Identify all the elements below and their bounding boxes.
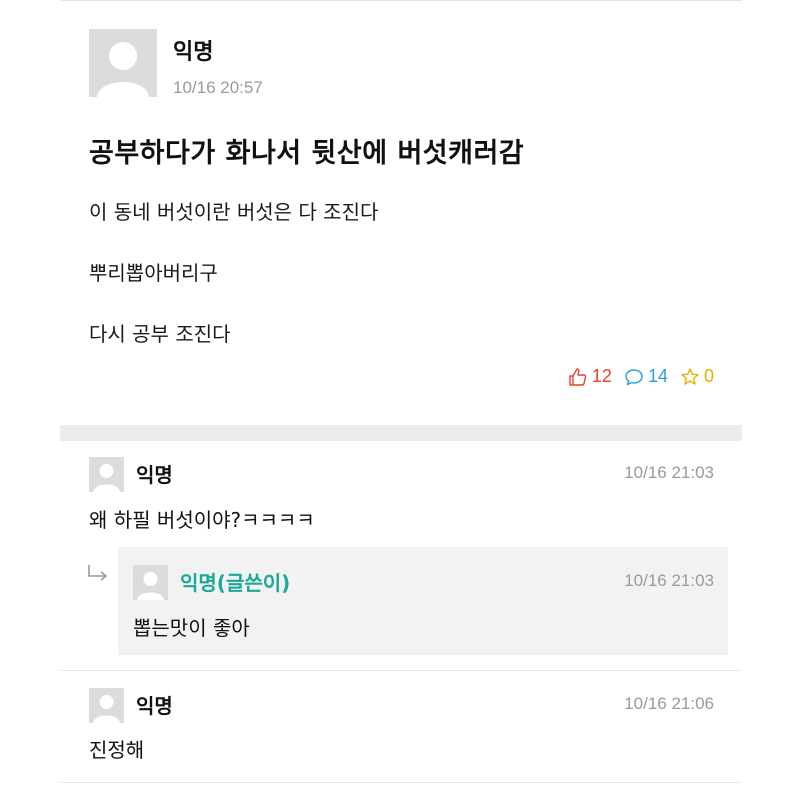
default-avatar-icon bbox=[89, 29, 157, 97]
post-author-name: 익명 bbox=[173, 40, 214, 65]
reply-timestamp: 10/16 21:03 bbox=[624, 571, 714, 590]
like-button[interactable]: 12 bbox=[568, 366, 612, 387]
comment-author-avatar[interactable] bbox=[89, 688, 124, 723]
comment-count: 14 bbox=[647, 366, 668, 386]
default-avatar-icon bbox=[89, 688, 124, 723]
post-card: 익명 10/16 20:57 공부하다가 화나서 뒷산에 버섯캐러감 이 동네 … bbox=[60, 0, 742, 420]
comment-author-avatar[interactable] bbox=[89, 457, 124, 492]
post-body-line-2: 뿌리뽑아버리구 bbox=[89, 261, 218, 285]
star-icon bbox=[681, 367, 699, 385]
reply-text: 뽑는맛이 좋아 bbox=[133, 616, 250, 640]
default-avatar-icon bbox=[133, 565, 168, 600]
scrap-button[interactable]: 0 bbox=[680, 366, 714, 387]
comment-item: 익명 10/16 21:03 왜 하필 버섯이야?ㅋㅋㅋㅋ bbox=[60, 441, 742, 547]
comment-author-name: 익명 bbox=[136, 463, 173, 487]
like-count: 12 bbox=[591, 366, 612, 386]
comment-count-button[interactable]: 14 bbox=[624, 366, 668, 387]
comment-item: 익명 10/16 21:06 진정해 bbox=[60, 671, 742, 781]
reply-item: 익명(글쓴이) 10/16 21:03 뽑는맛이 좋아 bbox=[118, 547, 728, 655]
post-title: 공부하다가 화나서 뒷산에 버섯캐러감 bbox=[89, 138, 525, 169]
comment-timestamp: 10/16 21:03 bbox=[624, 463, 714, 482]
bottom-separator bbox=[60, 782, 742, 783]
comment-text: 왜 하필 버섯이야?ㅋㅋㅋㅋ bbox=[89, 508, 315, 532]
reply-author-name: 익명(글쓴이) bbox=[180, 571, 291, 595]
reply-arrow-icon bbox=[88, 565, 108, 581]
speech-bubble-icon bbox=[625, 368, 643, 385]
section-divider bbox=[60, 425, 742, 441]
comment-author-name: 익명 bbox=[136, 694, 173, 718]
comment-timestamp: 10/16 21:06 bbox=[624, 694, 714, 713]
default-avatar-icon bbox=[89, 457, 124, 492]
post-timestamp: 10/16 20:57 bbox=[173, 78, 263, 97]
reply-author-avatar[interactable] bbox=[133, 565, 168, 600]
post-stats: 12 14 0 bbox=[568, 366, 714, 387]
scrap-count: 0 bbox=[703, 366, 714, 386]
post-body-line-3: 다시 공부 조진다 bbox=[89, 322, 231, 346]
comment-text: 진정해 bbox=[89, 738, 145, 762]
post-author-avatar[interactable] bbox=[89, 29, 157, 97]
post-body-line-1: 이 동네 버섯이란 버섯은 다 조진다 bbox=[89, 200, 379, 224]
thumbs-up-icon bbox=[569, 367, 587, 386]
